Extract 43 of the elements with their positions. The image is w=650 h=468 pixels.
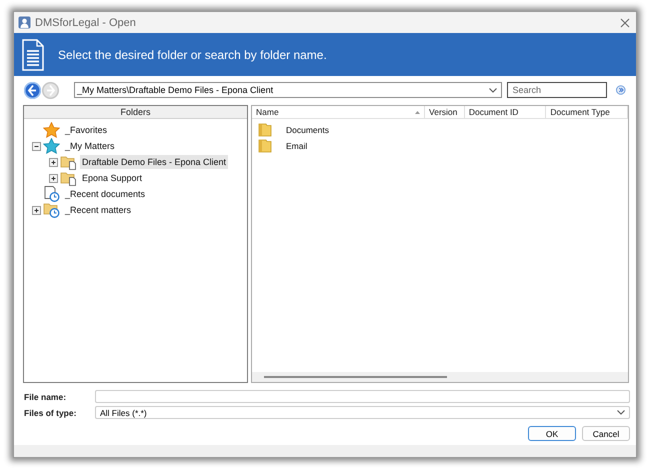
expand-icon[interactable] bbox=[49, 174, 58, 182]
folder-clock-icon bbox=[43, 202, 60, 218]
file-type-dropdown[interactable]: All Files (*.*) bbox=[95, 406, 630, 419]
dialog-button[interactable]: OK bbox=[528, 426, 576, 441]
document-clock-icon bbox=[43, 186, 60, 202]
folder-document-icon bbox=[60, 154, 77, 170]
scrollbar[interactable] bbox=[252, 372, 628, 382]
back-button[interactable] bbox=[24, 82, 41, 98]
expand-icon[interactable] bbox=[32, 206, 41, 214]
app-icon bbox=[18, 16, 31, 29]
star-icon bbox=[43, 138, 60, 154]
field-label: File name: bbox=[24, 392, 68, 402]
panel-header: Folders bbox=[24, 106, 247, 119]
collapse-icon[interactable] bbox=[32, 142, 41, 150]
field-label: Files of type: bbox=[24, 408, 78, 418]
tree-item[interactable]: _My Matters bbox=[63, 139, 117, 153]
file-name[interactable]: Email bbox=[286, 141, 308, 151]
tree-item[interactable]: Draftable Demo Files - Epona Client bbox=[80, 155, 228, 169]
document-icon bbox=[22, 38, 44, 70]
file-name-field[interactable] bbox=[95, 390, 630, 403]
folder-icon bbox=[258, 139, 272, 153]
tree-item[interactable]: _Recent matters bbox=[63, 203, 134, 217]
column-header[interactable]: Name bbox=[252, 106, 426, 118]
tree-item[interactable]: Epona Support bbox=[80, 171, 144, 185]
column-header[interactable]: Document ID bbox=[464, 106, 546, 118]
tree-item[interactable]: _Recent documents bbox=[63, 187, 148, 201]
folder-document-icon bbox=[60, 170, 77, 186]
path-dropdown[interactable]: _My Matters\Draftable Demo Files - Epona Client bbox=[74, 82, 502, 98]
folder-icon bbox=[258, 123, 272, 137]
star-icon bbox=[43, 122, 60, 138]
column-header[interactable]: Version bbox=[425, 106, 465, 118]
tree-item[interactable]: _Favorites bbox=[63, 123, 110, 137]
expand-icon[interactable] bbox=[49, 158, 58, 166]
go-button-icon[interactable] bbox=[616, 85, 626, 95]
file-name[interactable]: Documents bbox=[286, 125, 329, 135]
column-header[interactable]: Document Type bbox=[546, 106, 628, 118]
banner-text: Select the desired folder or search by folder name. bbox=[58, 48, 327, 62]
window-title: DMSforLegal - Open bbox=[35, 16, 137, 28]
dialog-button[interactable]: Cancel bbox=[582, 426, 630, 441]
search-field[interactable]: Search bbox=[507, 82, 608, 98]
chevron-down-icon bbox=[617, 410, 625, 415]
chevron-down-icon bbox=[489, 88, 498, 92]
close-icon[interactable] bbox=[620, 18, 630, 28]
